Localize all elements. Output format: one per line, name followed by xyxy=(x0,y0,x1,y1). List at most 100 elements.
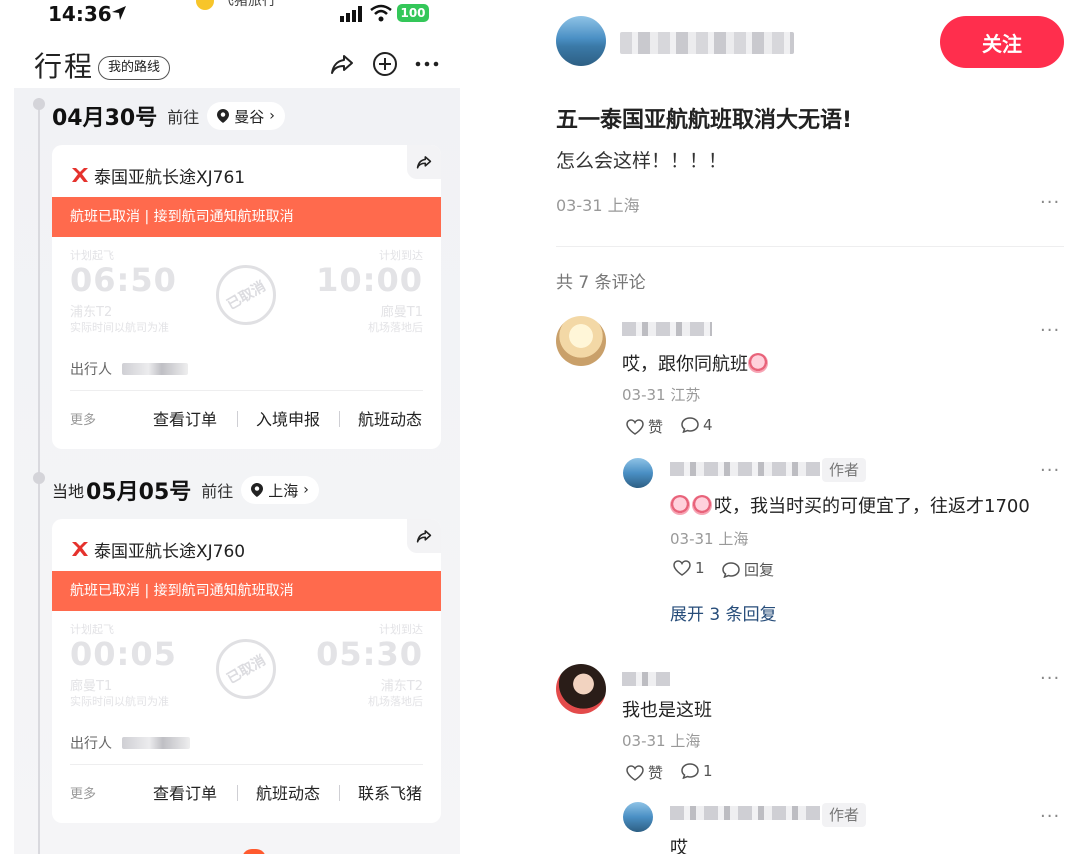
view-order-button[interactable]: 查看订单 xyxy=(153,406,217,430)
reply-button[interactable]: 回复 xyxy=(722,559,774,580)
destination-chip[interactable]: 曼谷 › xyxy=(207,102,285,130)
reply-author-avatar[interactable] xyxy=(623,802,653,832)
reply-author-name-redacted xyxy=(670,806,820,820)
arrival-time: 05:30 xyxy=(316,635,423,673)
reply-author-name-redacted xyxy=(670,462,820,476)
commenter-name-redacted xyxy=(622,322,712,336)
departure-time: 06:50 xyxy=(70,261,177,299)
nav-bar: 行程 我的路线 xyxy=(0,40,460,88)
follow-button[interactable]: 关注 xyxy=(940,16,1064,68)
expand-replies-link[interactable]: 展开 3 条回复 xyxy=(670,600,777,625)
timeline-dot xyxy=(33,98,45,110)
comment-more-icon[interactable]: ··· xyxy=(1040,668,1060,689)
airasia-logo-icon xyxy=(72,542,88,556)
comment-bubble-icon xyxy=(722,561,740,578)
passenger-row: 出行人 xyxy=(70,729,423,765)
passenger-name-redacted xyxy=(122,737,190,749)
more-icon[interactable] xyxy=(413,50,441,78)
airasia-logo-icon xyxy=(72,168,88,182)
view-order-button[interactable]: 查看订单 xyxy=(153,780,217,804)
departure-airport: 廊曼T1 xyxy=(70,679,113,694)
reply-text: 哎，我当时买的可便宜了，往返才1700 xyxy=(670,492,1030,518)
post-more-icon[interactable]: ··· xyxy=(1040,192,1060,213)
share-icon[interactable] xyxy=(328,50,356,78)
post-title: 五一泰国亚航航班取消大无语! xyxy=(556,108,853,133)
arrival-note: 机场落地后 xyxy=(368,695,423,708)
flight-status-button[interactable]: 航班动态 xyxy=(256,780,320,804)
arrival-note: 机场落地后 xyxy=(368,321,423,334)
more-link[interactable]: 更多 xyxy=(70,783,96,802)
trip-date: 05月05号 xyxy=(86,480,192,505)
card-share-button[interactable] xyxy=(407,145,441,179)
author-name-redacted xyxy=(620,32,794,54)
destination-chip[interactable]: 上海 › xyxy=(241,476,319,504)
comment-more-icon[interactable]: ··· xyxy=(1040,320,1060,341)
commenter-avatar[interactable] xyxy=(556,316,606,366)
contact-fliggy-button[interactable]: 联系飞猪 xyxy=(358,780,422,804)
commenter-avatar[interactable] xyxy=(556,664,606,714)
status-bar: 14:36 飞猪旅行 100 xyxy=(0,0,460,30)
add-icon[interactable] xyxy=(371,50,399,78)
post-panel: 关注 五一泰国亚航航班取消大无语! 怎么会这样！！！！ 03-31 上海 ···… xyxy=(524,0,1080,854)
reply-more-icon[interactable]: ··· xyxy=(1040,460,1060,481)
cancel-banner: 航班已取消 | 接到航司通知航班取消 xyxy=(52,571,441,611)
wifi-icon xyxy=(370,4,392,22)
flight-card[interactable]: 泰国亚航长途XJ760 航班已取消 | 接到航司通知航班取消 计划起飞 00:0… xyxy=(52,519,441,823)
card-share-button[interactable] xyxy=(407,519,441,553)
author-tag: 作者 xyxy=(822,458,867,482)
passenger-label: 出行人 xyxy=(70,362,112,378)
timeline-dot xyxy=(33,472,45,484)
like-button[interactable]: 赞 xyxy=(626,416,663,437)
card-actions: 更多 查看订单 航班动态 联系飞猪 xyxy=(70,765,423,823)
reply-author-avatar[interactable] xyxy=(623,458,653,488)
reply-count-button[interactable]: 1 xyxy=(681,762,713,780)
reply-more-icon[interactable]: ··· xyxy=(1040,806,1060,827)
reply-like-button[interactable]: 1 xyxy=(673,559,705,577)
chevron-right-icon: › xyxy=(269,108,275,124)
reply-meta: 03-31 上海 xyxy=(670,530,749,548)
departure-note: 实际时间以航司为准 xyxy=(70,321,169,334)
heart-icon xyxy=(626,418,644,435)
my-route-chip[interactable]: 我的路线 xyxy=(98,56,171,80)
cancelled-stamp: 已取消 xyxy=(216,265,276,325)
crying-emoji-icon xyxy=(748,353,768,373)
departure-note: 实际时间以航司为准 xyxy=(70,695,169,708)
divider xyxy=(339,785,340,801)
status-time: 14:36 xyxy=(48,2,112,26)
card-header: 泰国亚航长途XJ761 xyxy=(52,145,441,197)
status-center-app: 飞猪旅行 xyxy=(196,0,276,10)
passenger-row: 出行人 xyxy=(70,355,423,391)
divider xyxy=(339,411,340,427)
comment-bubble-icon xyxy=(681,763,699,779)
like-button[interactable]: 赞 xyxy=(626,762,663,783)
arrival-time: 10:00 xyxy=(316,261,423,299)
commenter-name-redacted xyxy=(622,672,670,686)
passenger-name-redacted xyxy=(122,363,188,375)
passenger-label: 出行人 xyxy=(70,736,112,752)
location-pin-icon xyxy=(251,483,264,497)
comment-meta: 03-31 上海 xyxy=(622,732,701,750)
signal-icon xyxy=(340,6,362,22)
entry-declaration-button[interactable]: 入境申报 xyxy=(256,406,320,430)
flight-times: 计划起飞 00:05 廊曼T1 实际时间以航司为准 已取消 计划到达 05:30… xyxy=(52,611,441,729)
app-logo-icon xyxy=(196,0,214,10)
card-actions: 更多 查看订单 入境申报 航班动态 xyxy=(70,391,423,449)
author-tag: 作者 xyxy=(822,803,867,827)
heart-icon xyxy=(626,764,644,781)
flight-card[interactable]: 泰国亚航长途XJ761 航班已取消 | 接到航司通知航班取消 计划起飞 06:5… xyxy=(52,145,441,449)
comment-meta: 03-31 江苏 xyxy=(622,386,701,404)
airline-flight-name: 泰国亚航长途XJ761 xyxy=(94,168,246,188)
divider xyxy=(237,411,238,427)
post-meta: 03-31 上海 xyxy=(556,196,640,215)
comment-bubble-icon xyxy=(681,417,699,433)
cancelled-stamp: 已取消 xyxy=(216,639,276,699)
author-avatar[interactable] xyxy=(556,16,606,66)
more-link[interactable]: 更多 xyxy=(70,409,96,428)
battery-indicator: 100 xyxy=(397,4,429,22)
divider xyxy=(556,246,1064,247)
flight-status-button[interactable]: 航班动态 xyxy=(358,406,422,430)
divider xyxy=(237,785,238,801)
crying-emoji-icon xyxy=(670,495,690,515)
reply-count-button[interactable]: 4 xyxy=(681,416,713,434)
share-icon xyxy=(416,156,432,169)
